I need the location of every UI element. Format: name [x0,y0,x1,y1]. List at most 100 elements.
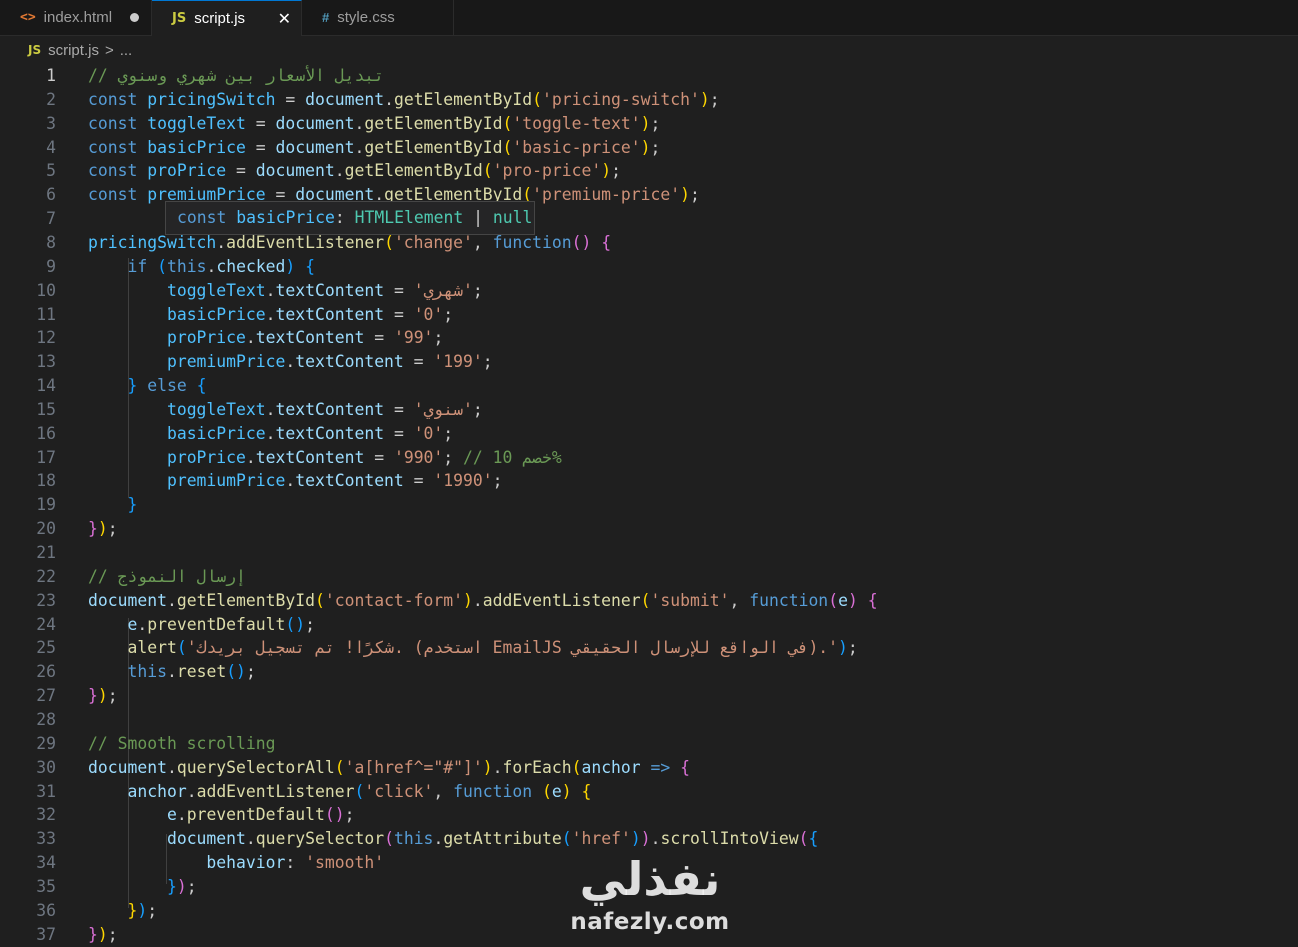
code-line[interactable]: 14 } else { [0,374,1298,398]
code-editor[interactable]: 1 // تبديل الأسعار بين شهري وسنوي 2 const p… [0,64,1298,944]
code-line[interactable]: 9 if (this.checked) { [0,255,1298,279]
code-line[interactable]: 23 document.getElementById('contact-form'… [0,589,1298,613]
code-line[interactable]: 27}); [0,684,1298,708]
code-line[interactable]: 33 document.querySelector(this.getAttrib… [0,827,1298,851]
code-text[interactable]: premiumPrice.textContent = '1990'; [88,469,503,493]
code-line[interactable]: 26 this.reset(); [0,660,1298,684]
code-token: . [137,614,148,634]
code-text[interactable]: document.querySelector(this.getAttribute… [88,827,818,851]
code-line[interactable]: 17 proPrice.textContent = '990'; // 10 خ… [0,446,1298,470]
code-line[interactable]: 10 toggleText.textContent = 'شهري'; [0,279,1298,303]
code-token: ; [472,399,483,419]
code-text[interactable]: toggleText.textContent = 'سنوي'; [88,398,483,422]
code-line[interactable]: 13 premiumPrice.textContent = '199'; [0,350,1298,374]
code-text[interactable]: if (this.checked) { [88,255,315,279]
code-token: textContent [255,447,365,467]
watermark-logo: نفذلي [579,852,721,906]
code-token: ; [107,519,118,539]
code-token: () [324,805,345,825]
code-text[interactable]: proPrice.textContent = '990'; // 10 خصم% [88,446,562,470]
code-line[interactable]: 19 } [0,493,1298,517]
line-number: 5 [46,161,56,181]
code-token: premiumPrice [166,471,286,491]
code-text[interactable]: document.getElementById('contact-form').… [88,589,878,613]
code-text[interactable]: // إرسال النموذج [88,565,246,589]
code-text[interactable]: e.preventDefault(); [88,613,315,637]
code-line[interactable]: 21 [0,541,1298,565]
code-token: ) [640,137,651,157]
code-line[interactable]: 20}); [0,517,1298,541]
code-text[interactable]: }); [88,517,118,541]
code-text[interactable]: alert('شكرًا! تم تسجيل بريدك. (استخدم Em… [88,636,857,660]
code-line[interactable]: 2 const pricingSwitch = document.getEleme… [0,88,1298,112]
code-token: ( [314,590,325,610]
code-line[interactable]: 5 const proPrice = document.getElementByI… [0,159,1298,183]
code-text[interactable]: this.reset(); [88,660,255,684]
code-line[interactable]: 30 document.querySelectorAll('a[href^="#"… [0,756,1298,780]
code-text[interactable]: anchor.addEventListener('click', functio… [88,780,591,804]
code-text[interactable]: basicPrice.textContent = '0'; [88,422,453,446]
code-token: . [206,256,217,276]
code-line[interactable]: 32 e.preventDefault(); [0,803,1298,827]
code-text[interactable]: }); [88,875,197,899]
code-text[interactable]: // Smooth scrolling [88,732,276,756]
breadcrumb-tail[interactable]: ... [120,42,133,59]
code-line[interactable]: 24 e.preventDefault(); [0,613,1298,637]
code-token: ( [640,590,651,610]
code-line[interactable]: 11 basicPrice.textContent = '0'; [0,303,1298,327]
line-number: 1 [46,66,56,85]
unsaved-dot-icon[interactable] [130,13,139,22]
code-line[interactable]: 4 const basicPrice = document.getElementB… [0,136,1298,160]
code-text[interactable]: }); [88,684,118,708]
line-number: 24 [36,614,56,634]
code-text[interactable]: premiumPrice.textContent = '199'; [88,350,493,374]
code-token: const [88,185,148,205]
code-text[interactable]: proPrice.textContent = '99'; [88,326,443,350]
code-text[interactable]: } [88,493,137,517]
code-line[interactable]: 22 // إرسال النموذج [0,565,1298,589]
code-line[interactable]: 29 // Smooth scrolling [0,732,1298,756]
code-line[interactable]: 16 basicPrice.textContent = '0'; [0,422,1298,446]
code-text[interactable]: } else { [88,374,206,398]
code-line[interactable]: 28 [0,708,1298,732]
line-number: 14 [36,376,56,396]
code-text[interactable]: const basicPrice = document.getElementBy… [88,136,660,160]
code-text[interactable]: document.querySelectorAll('a[href^="#"]'… [88,756,690,780]
line-number: 17 [36,447,56,467]
code-text[interactable]: const toggleText = document.getElementBy… [88,112,660,136]
code-line[interactable]: 3 const toggleText = document.getElementB… [0,112,1298,136]
code-text[interactable]: // تبديل الأسعار بين شهري وسنوي [88,64,384,88]
close-tab-icon[interactable]: ✕ [278,9,291,29]
code-text[interactable]: }); [88,923,118,947]
code-text[interactable]: }); [88,899,157,923]
code-line[interactable]: 12 proPrice.textContent = '99'; [0,326,1298,350]
code-token: = [384,280,414,300]
breadcrumb-file[interactable]: script.js [48,42,99,59]
code-text[interactable]: const proPrice = document.getElementById… [88,159,621,183]
code-line[interactable]: 18 premiumPrice.textContent = '1990'; [0,469,1298,493]
code-token: { [581,781,592,801]
code-line[interactable]: 15 toggleText.textContent = 'سنوي'; [0,398,1298,422]
code-token: . [216,232,227,252]
code-line[interactable]: 31 anchor.addEventListener('click', func… [0,780,1298,804]
code-token: behavior [206,853,286,873]
line-number: 3 [46,113,56,133]
code-line[interactable]: 1 // تبديل الأسعار بين شهري وسنوي [0,64,1298,88]
line-number: 10 [36,280,56,300]
code-text[interactable]: const pricingSwitch = document.getElemen… [88,88,720,112]
tab-index-html[interactable]: <> index.html [0,0,152,35]
code-token: getElementById [364,137,503,157]
tab-script-js[interactable]: JS script.js ✕ [152,0,302,36]
code-token: addEventListener [482,590,641,610]
code-text[interactable]: toggleText.textContent = 'شهري'; [88,279,483,303]
code-line[interactable]: 25 alert('شكرًا! تم تسجيل بريدك. (استخدم… [0,636,1298,660]
tab-style-css[interactable]: # style.css [302,0,454,35]
code-text[interactable]: basicPrice.textContent = '0'; [88,303,453,327]
code-text[interactable]: behavior: 'smooth' [88,851,384,875]
code-text[interactable]: e.preventDefault(); [88,803,355,827]
